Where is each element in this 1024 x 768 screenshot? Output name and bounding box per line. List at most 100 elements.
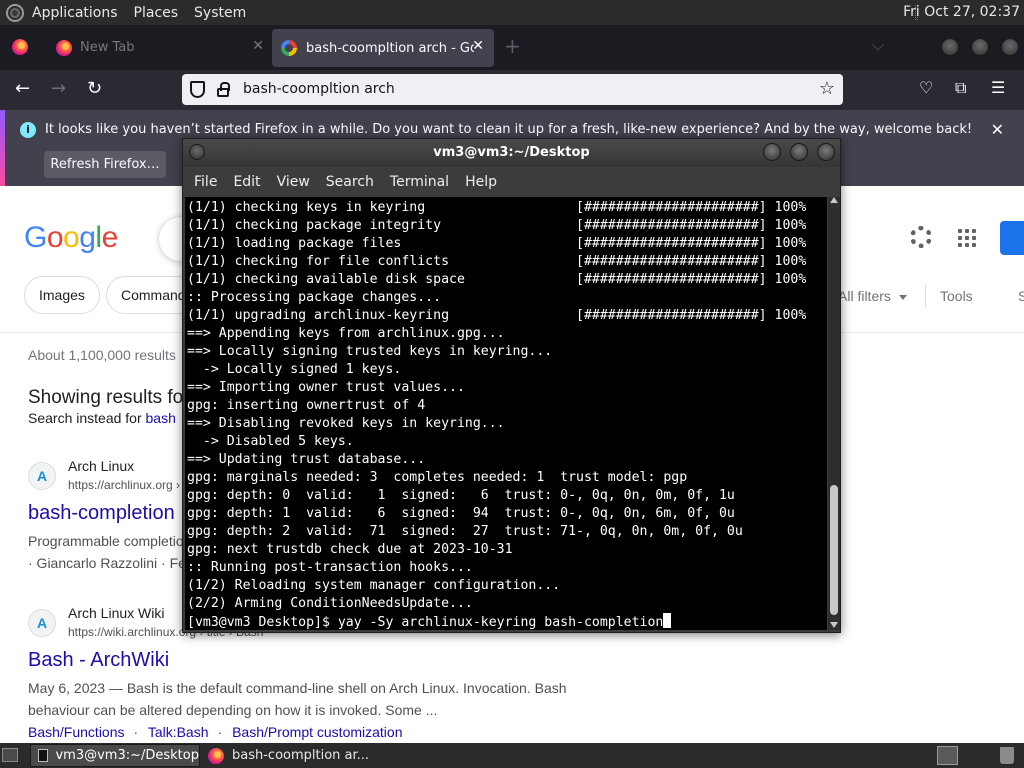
terminal-minimize-button[interactable] xyxy=(763,143,781,161)
tab-bar: New Tab ✕ bash-coompltion arch - Goo ✕ + xyxy=(0,25,1024,70)
terminal-prompt-line[interactable]: [vm3@vm3 Desktop]$ yay -Sy archlinux-key… xyxy=(187,613,827,630)
terminal-line: (2/2) Arming ConditionNeedsUpdate... xyxy=(187,596,473,611)
window-minimize-button[interactable] xyxy=(941,38,959,56)
terminal-close-button[interactable] xyxy=(817,143,835,161)
system-menu[interactable]: System xyxy=(186,5,254,21)
result-site-name[interactable]: Arch Linux xyxy=(68,458,134,474)
show-desktop-icon[interactable] xyxy=(2,748,18,762)
tools-button[interactable]: Tools xyxy=(940,288,973,304)
terminal-icon xyxy=(38,749,49,762)
terminal-line: (1/1) checking for file conflicts [#####… xyxy=(187,254,807,269)
terminal-line: :: Processing package changes... xyxy=(187,290,442,305)
sitelink[interactable]: Bash/Functions xyxy=(28,724,125,740)
menu-file[interactable]: File xyxy=(186,174,225,190)
terminal-line: (1/1) checking package integrity [######… xyxy=(187,218,807,233)
menu-search[interactable]: Search xyxy=(318,174,382,190)
firefox-view-icon[interactable] xyxy=(12,39,28,55)
top-panel: Applications Places System Fri Oct 27, 0… xyxy=(0,0,1024,25)
result-site-name[interactable]: Arch Linux Wiki xyxy=(68,605,164,621)
reload-icon[interactable]: ↻ xyxy=(87,79,102,99)
terminal-line: ==> Locally signing trusted keys in keyr… xyxy=(187,344,553,359)
google-logo[interactable]: Google xyxy=(24,221,118,255)
clock[interactable]: Fri Oct 27, 02:37 xyxy=(903,4,1020,20)
window-maximize-button[interactable] xyxy=(971,38,989,56)
tracking-protection-shield-icon[interactable] xyxy=(190,81,205,98)
terminal-line: gpg: depth: 0 valid: 1 signed: 6 trust: … xyxy=(187,488,735,503)
terminal-line: ==> Updating trust database... xyxy=(187,452,426,467)
workspace-switcher[interactable] xyxy=(937,746,958,765)
terminal-line: gpg: depth: 1 valid: 6 signed: 94 trust:… xyxy=(187,506,735,521)
scroll-down-arrow-icon[interactable] xyxy=(830,622,838,628)
scroll-up-arrow-icon[interactable] xyxy=(830,197,838,203)
menu-terminal[interactable]: Terminal xyxy=(382,174,457,190)
scrollbar-thumb[interactable] xyxy=(830,485,838,615)
tab-new-tab[interactable]: New Tab ✕ xyxy=(46,31,270,64)
notification-message: It looks like you haven’t started Firefo… xyxy=(45,122,973,137)
list-all-tabs-chevron-icon[interactable] xyxy=(872,39,884,51)
terminal-line: ==> Appending keys from archlinux.gpg... xyxy=(187,326,505,341)
search-instead-line: Search instead for bash xyxy=(28,410,176,426)
logo-letter: g xyxy=(79,221,96,254)
bottom-panel: vm3@vm3:~/Desktop bash-coompltion ar... xyxy=(0,743,1024,768)
result-title-link[interactable]: bash-completion xyxy=(28,502,175,525)
terminal-maximize-button[interactable] xyxy=(790,143,808,161)
tab-title: New Tab xyxy=(80,40,135,55)
terminal-line: gpg: inserting ownertrust of 4 xyxy=(187,398,426,413)
result-snippet: Programmable completio xyxy=(28,533,184,549)
bookmark-star-icon[interactable]: ☆ xyxy=(819,78,835,99)
terminal-line: -> Locally signed 1 keys. xyxy=(187,362,402,377)
url-bar[interactable]: bash-coompltion arch ☆ xyxy=(182,74,843,105)
terminal-window: vm3@vm3:~/Desktop File Edit View Search … xyxy=(182,138,841,633)
hamburger-menu-icon[interactable]: ☰ xyxy=(991,78,1005,97)
menu-help[interactable]: Help xyxy=(457,174,505,190)
taskbar-terminal-button[interactable]: vm3@vm3:~/Desktop xyxy=(30,744,200,767)
forward-arrow-icon[interactable]: → xyxy=(51,79,66,99)
terminal-output[interactable]: (1/1) checking keys in keyring [########… xyxy=(185,197,827,630)
arch-wiki-favicon-icon[interactable]: A xyxy=(28,609,56,637)
menu-edit[interactable]: Edit xyxy=(225,174,268,190)
sitelink[interactable]: Bash/Prompt customization xyxy=(232,724,402,740)
terminal-line: ==> Importing owner trust values... xyxy=(187,380,465,395)
terminal-scrollbar[interactable] xyxy=(828,197,840,630)
trash-icon[interactable] xyxy=(1000,747,1014,764)
applications-menu[interactable]: Applications xyxy=(24,5,126,21)
back-arrow-icon[interactable]: ← xyxy=(15,79,30,99)
distro-logo-icon[interactable] xyxy=(6,3,24,22)
result-url[interactable]: https://archlinux.org › xyxy=(68,478,180,492)
lock-icon[interactable] xyxy=(217,82,230,97)
settings-gear-icon[interactable] xyxy=(910,226,932,248)
window-close-button[interactable] xyxy=(1001,38,1019,56)
terminal-line: (1/1) loading package files [###########… xyxy=(187,236,807,251)
new-tab-plus-icon[interactable]: + xyxy=(504,36,521,56)
all-filters-dropdown[interactable]: All filters xyxy=(838,288,907,304)
showing-results-heading: Showing results for xyxy=(28,387,190,408)
pocket-icon[interactable]: ♡ xyxy=(919,78,933,97)
tab-close-icon[interactable]: ✕ xyxy=(252,38,264,54)
logo-letter: o xyxy=(63,221,80,254)
terminal-titlebar[interactable]: vm3@vm3:~/Desktop xyxy=(183,139,840,167)
sign-in-button[interactable] xyxy=(1000,221,1024,255)
taskbar-firefox-button[interactable]: bash-coompltion ar... xyxy=(202,744,402,767)
tab-google-search[interactable]: bash-coompltion arch - Goo ✕ xyxy=(272,29,494,67)
menu-view[interactable]: View xyxy=(269,174,318,190)
sitelink[interactable]: Talk:Bash xyxy=(148,724,209,740)
terminal-line: (1/2) Reloading system manager configura… xyxy=(187,578,561,593)
terminal-line: (1/1) checking keys in keyring [########… xyxy=(187,200,807,215)
result-title-link[interactable]: Bash - ArchWiki xyxy=(28,649,169,672)
refresh-firefox-button[interactable]: Refresh Firefox… xyxy=(44,151,166,178)
result-snippet: behaviour can be altered depending on ho… xyxy=(28,702,438,718)
truncated-label[interactable]: S xyxy=(1018,288,1024,304)
firefox-icon xyxy=(208,747,224,764)
notification-close-icon[interactable]: ✕ xyxy=(991,120,1004,139)
extensions-puzzle-icon[interactable]: ⧉ xyxy=(955,78,966,98)
terminal-command: [vm3@vm3 Desktop]$ yay -Sy archlinux-key… xyxy=(187,615,664,630)
search-instead-link[interactable]: bash xyxy=(146,410,176,426)
firefox-icon xyxy=(56,39,72,56)
terminal-line: :: Running post-transaction hooks... xyxy=(187,560,473,575)
places-menu[interactable]: Places xyxy=(126,5,187,21)
arch-linux-favicon-icon[interactable]: A xyxy=(28,462,56,490)
url-text[interactable]: bash-coompltion arch xyxy=(243,81,395,97)
tab-close-icon[interactable]: ✕ xyxy=(472,38,484,54)
google-apps-grid-icon[interactable] xyxy=(958,229,976,247)
chip-images[interactable]: Images xyxy=(24,276,100,314)
